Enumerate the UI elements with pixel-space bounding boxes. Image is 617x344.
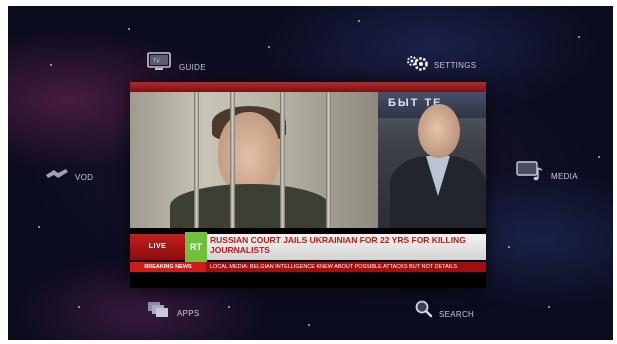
video-frame: БЫТ ТЕ: [130, 92, 486, 228]
gear-icon: [405, 54, 429, 72]
star: [50, 64, 52, 66]
tv-icon: TV: [146, 52, 174, 72]
star: [308, 324, 310, 326]
satellite-icon: [44, 166, 70, 182]
star: [38, 226, 40, 228]
apps-label: APPS: [177, 308, 200, 318]
vod-label: VOD: [75, 172, 94, 182]
ticker-text: LOCAL MEDIA: BELGIAN INTELLIGENCE KNEW A…: [210, 264, 458, 270]
settings-menu-item[interactable]: SETTINGS: [405, 54, 476, 72]
apps-stack-icon: [146, 300, 172, 318]
live-tv-preview[interactable]: БЫТ ТЕ LIVE RT RUSSIAN COURT JAILS UKRAI…: [130, 82, 486, 288]
reporter-scene: БЫТ ТЕ: [378, 92, 486, 228]
search-menu-item[interactable]: SEARCH: [414, 298, 474, 319]
star: [578, 36, 580, 38]
star: [128, 28, 130, 30]
star: [508, 246, 510, 248]
guide-menu-item[interactable]: TV GUIDE: [146, 52, 206, 72]
search-label: SEARCH: [439, 310, 475, 319]
star: [358, 20, 360, 22]
preview-top-bar: [130, 82, 486, 92]
live-badge: LIVE: [130, 234, 185, 260]
channel-logo: RT: [185, 232, 207, 262]
media-center-home: TV GUIDE SETTINGS VOD MEDIA APPS SEARCH …: [8, 6, 613, 340]
courtroom-scene: [130, 92, 378, 228]
news-ticker: BREAKING NEWS LOCAL MEDIA: BELGIAN INTEL…: [130, 262, 486, 272]
news-lower-third: LIVE RT RUSSIAN COURT JAILS UKRAINIAN FO…: [130, 228, 486, 288]
star: [228, 306, 230, 308]
magnifier-icon: [414, 299, 434, 319]
media-menu-item[interactable]: MEDIA: [516, 160, 578, 182]
vod-menu-item[interactable]: VOD: [44, 166, 93, 182]
media-label: MEDIA: [551, 171, 578, 181]
star: [598, 156, 600, 158]
settings-label: SETTINGS: [434, 60, 477, 70]
news-headline: RUSSIAN COURT JAILS UKRAINIAN FOR 22 YRS…: [210, 235, 466, 255]
breaking-news-label: BREAKING NEWS: [130, 262, 206, 272]
apps-menu-item[interactable]: APPS: [146, 300, 200, 318]
star: [268, 46, 270, 48]
svg-text:TV: TV: [153, 59, 160, 65]
star: [78, 306, 80, 308]
guide-label: GUIDE: [179, 62, 206, 72]
music-monitor-icon: [516, 160, 546, 182]
star: [548, 306, 550, 308]
